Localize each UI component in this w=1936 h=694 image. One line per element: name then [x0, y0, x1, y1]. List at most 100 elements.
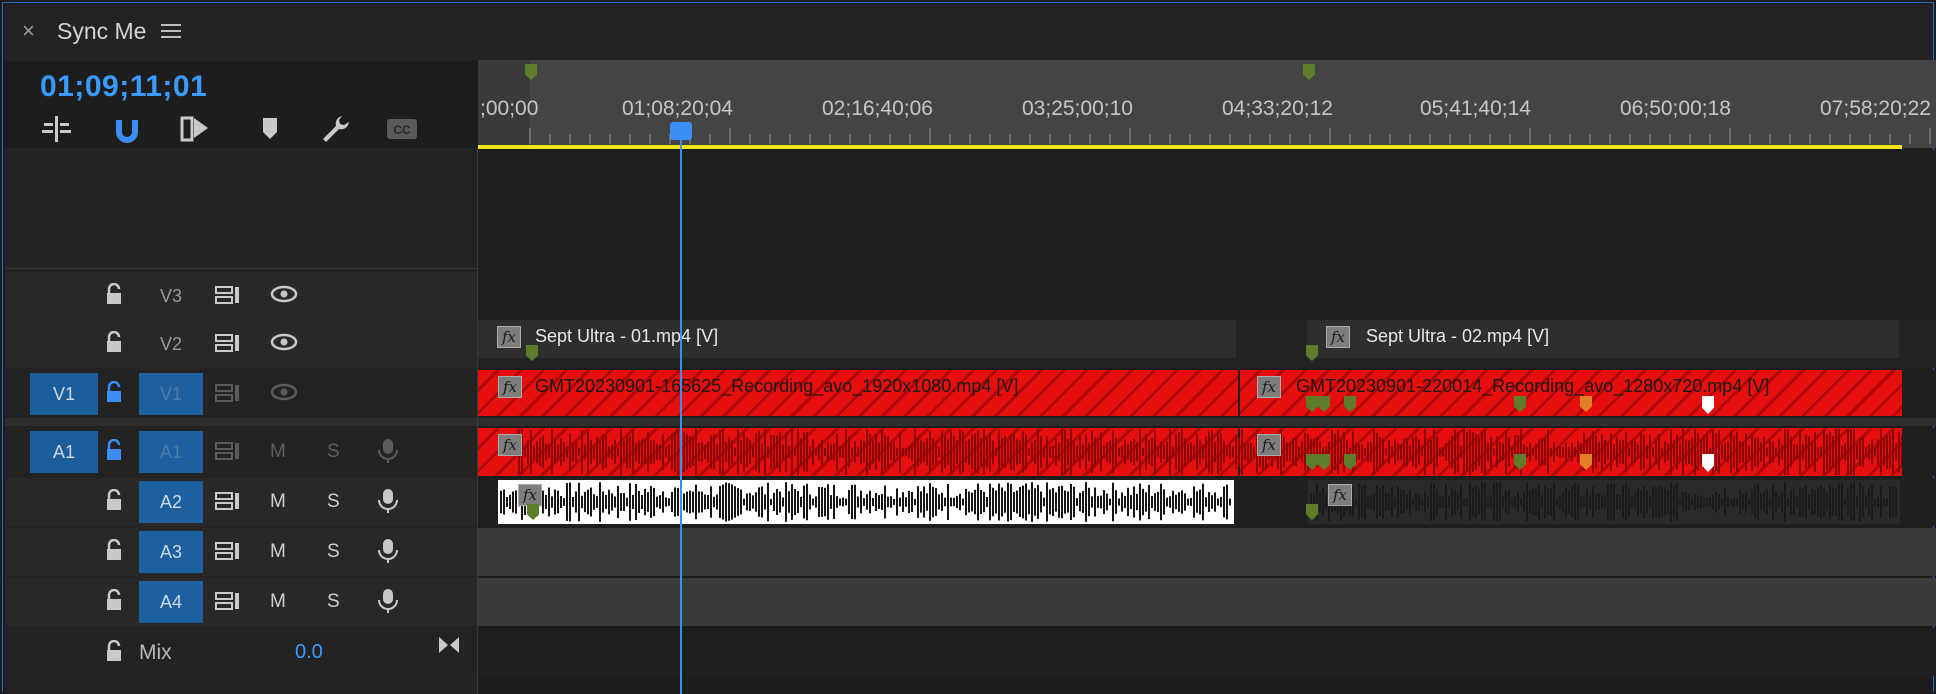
- lock-open-icon[interactable]: [105, 538, 125, 566]
- source-patch-v1[interactable]: V1: [30, 373, 98, 415]
- playhead-line[interactable]: [680, 128, 682, 694]
- lock-open-icon[interactable]: [105, 639, 125, 667]
- sync-lock-icon[interactable]: [215, 441, 241, 466]
- lock-open-icon[interactable]: [105, 588, 125, 616]
- waveform-bar: [683, 431, 685, 473]
- sync-lock-icon[interactable]: [215, 333, 241, 358]
- waveform-bar: [1628, 447, 1630, 457]
- waveform-bar: [1718, 430, 1720, 474]
- mix-track-label: Mix: [139, 641, 172, 664]
- waveform-bar: [575, 442, 577, 462]
- mix-volume-value[interactable]: 0.0: [295, 641, 323, 664]
- sync-lock-icon[interactable]: [215, 491, 241, 516]
- linked-selection-icon[interactable]: [178, 112, 218, 146]
- waveform-bar: [1004, 436, 1006, 468]
- track-name-v1[interactable]: V1: [139, 373, 203, 415]
- waveform-bar: [998, 483, 1000, 521]
- mute-button[interactable]: M: [270, 441, 286, 463]
- solo-button[interactable]: S: [327, 591, 340, 613]
- waveform-bar: [830, 495, 832, 509]
- track-name-a2[interactable]: A2: [139, 481, 203, 523]
- video-audio-divider[interactable]: [5, 418, 1936, 426]
- microphone-icon[interactable]: [377, 487, 399, 520]
- waveform-bar: [1061, 428, 1063, 476]
- waveform-bar: [1460, 446, 1462, 458]
- microphone-icon[interactable]: [377, 437, 399, 470]
- waveform-bar: [593, 494, 595, 510]
- waveform-bar: [1079, 492, 1081, 512]
- waveform-bar: [1229, 498, 1231, 506]
- waveform-bar: [1514, 495, 1516, 509]
- waveform-bar: [809, 494, 811, 510]
- waveform-bar: [1109, 440, 1111, 464]
- waveform-bar: [614, 496, 616, 508]
- waveform-bar: [1190, 497, 1192, 507]
- solo-button[interactable]: S: [327, 441, 340, 463]
- sync-lock-icon[interactable]: [215, 285, 241, 310]
- waveform-bar: [1883, 497, 1885, 507]
- waveform-bar: [1118, 447, 1120, 457]
- waveform-bar: [1196, 491, 1198, 513]
- waveform-bar: [563, 498, 565, 506]
- waveform-bar: [1880, 486, 1882, 518]
- sync-lock-icon[interactable]: [215, 541, 241, 566]
- eye-icon[interactable]: [270, 383, 298, 406]
- waveform-bar: [743, 431, 745, 473]
- track-name-a4[interactable]: A4: [139, 581, 203, 623]
- waveform-bar: [626, 435, 628, 469]
- waveform-bar: [1469, 429, 1471, 475]
- eye-icon[interactable]: [270, 333, 298, 356]
- waveform-bar: [1898, 431, 1900, 473]
- track-name-v3[interactable]: V3: [139, 275, 203, 317]
- waveform-bar: [1337, 430, 1339, 474]
- microphone-icon[interactable]: [377, 537, 399, 570]
- waveform-bar: [920, 491, 922, 513]
- go-to-in-out-icon[interactable]: [437, 634, 461, 661]
- waveform-bar: [599, 482, 601, 522]
- lock-open-icon[interactable]: [105, 438, 125, 466]
- snap-icon[interactable]: [110, 112, 150, 146]
- solo-button[interactable]: S: [327, 541, 340, 563]
- waveform-bar: [1523, 491, 1525, 513]
- track-name-v2[interactable]: V2: [139, 323, 203, 365]
- panel-title[interactable]: Sync Me: [57, 18, 146, 45]
- mute-button[interactable]: M: [270, 541, 286, 563]
- source-patch-a1[interactable]: A1: [30, 431, 98, 473]
- waveform-bar: [1424, 429, 1426, 475]
- waveform-bar: [1868, 488, 1870, 516]
- lock-open-icon[interactable]: [105, 282, 125, 310]
- track-header-a1: A1 A1 M S: [5, 428, 478, 476]
- waveform-bar: [1448, 440, 1450, 464]
- add-marker-icon[interactable]: [253, 112, 293, 146]
- mute-button[interactable]: M: [270, 491, 286, 513]
- track-name-a3[interactable]: A3: [139, 531, 203, 573]
- lock-open-icon[interactable]: [105, 380, 125, 408]
- waveform-bar: [1130, 495, 1132, 509]
- waveform-bar: [1208, 492, 1210, 512]
- work-area-bar[interactable]: [478, 145, 1902, 149]
- panel-menu-icon[interactable]: [161, 20, 181, 38]
- mute-button[interactable]: M: [270, 591, 286, 613]
- sync-lock-icon[interactable]: [215, 383, 241, 408]
- waveform-bar: [1664, 488, 1666, 516]
- lock-open-icon[interactable]: [105, 330, 125, 358]
- timeline-settings-icon[interactable]: [318, 112, 358, 146]
- waveform-bar: [1466, 497, 1468, 507]
- close-panel-button[interactable]: ×: [22, 20, 35, 42]
- playhead-handle[interactable]: [670, 122, 692, 140]
- eye-icon[interactable]: [270, 285, 298, 308]
- playhead-timecode[interactable]: 01;09;11;01: [40, 70, 207, 104]
- microphone-icon[interactable]: [377, 587, 399, 620]
- lock-open-icon[interactable]: [105, 488, 125, 516]
- solo-button[interactable]: S: [327, 491, 340, 513]
- captions-icon[interactable]: CC: [385, 112, 425, 146]
- track-name-a1[interactable]: A1: [139, 431, 203, 473]
- waveform-bar: [1760, 442, 1762, 462]
- waveform-bar: [1664, 441, 1666, 463]
- insert-sequence-icon[interactable]: [40, 112, 80, 146]
- waveform-bar: [1568, 490, 1570, 514]
- waveform-bar: [1691, 438, 1693, 466]
- waveform-bar: [1388, 493, 1390, 511]
- panel-header: [5, 5, 1933, 61]
- sync-lock-icon[interactable]: [215, 591, 241, 616]
